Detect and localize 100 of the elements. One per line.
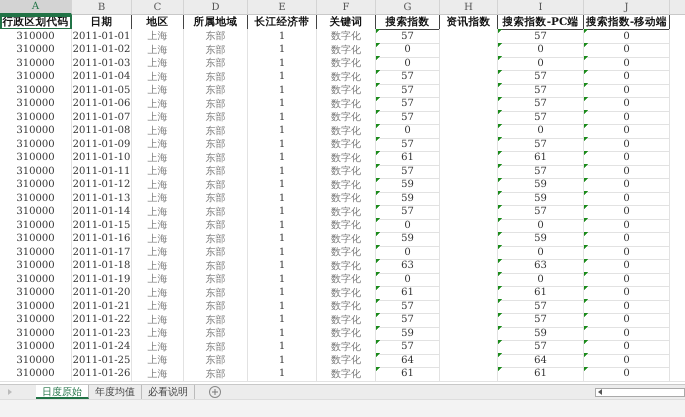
column-letter[interactable]: D <box>184 0 248 15</box>
column-letter[interactable]: H <box>440 0 498 15</box>
table-cell: 1 <box>248 299 317 314</box>
add-sheet-button[interactable] <box>209 386 221 398</box>
table-cell: 数字化 <box>317 299 376 314</box>
column-letter[interactable]: J <box>584 0 670 15</box>
table-cell: 57 <box>498 340 584 354</box>
table-cell: 59 <box>498 326 584 341</box>
table-cell: 1 <box>248 83 317 98</box>
table-cell: 310000 <box>0 137 72 152</box>
table-cell: 2011-01-17 <box>72 245 132 260</box>
table-cell: 2011-01-26 <box>72 366 132 382</box>
table-cell: 数字化 <box>317 137 376 152</box>
table-cell: 0 <box>498 218 584 233</box>
table-cell: 东部 <box>184 137 248 152</box>
horizontal-scrollbar[interactable] <box>595 388 685 396</box>
table-cell: 1 <box>248 245 317 260</box>
table-cell: 57 <box>376 164 440 179</box>
table-cell: 310000 <box>0 164 72 179</box>
table-cell: 0 <box>584 96 670 112</box>
table-cell: 61 <box>376 150 440 166</box>
table-cell: 64 <box>498 353 584 368</box>
table-cell: 0 <box>584 312 670 328</box>
table-cell: 57 <box>376 312 440 328</box>
table-cell: 数字化 <box>317 326 376 341</box>
table-cell: 上海 <box>132 326 184 341</box>
table-cell: 59 <box>498 178 584 192</box>
column-letter[interactable]: C <box>132 0 184 15</box>
table-cell: 57 <box>376 70 440 84</box>
table-cell: 57 <box>498 204 584 220</box>
table-cell: 数字化 <box>317 353 376 368</box>
table-cell: 0 <box>584 340 670 354</box>
table-cell: 数字化 <box>317 29 376 44</box>
table-cell: 东部 <box>184 56 248 71</box>
table-cell: 2011-01-03 <box>72 56 132 71</box>
table-cell: 1 <box>248 164 317 179</box>
table-cell: 0 <box>376 245 440 260</box>
table-cell: 0 <box>584 258 670 274</box>
table-cell: 东部 <box>184 164 248 179</box>
table-cell: 0 <box>584 366 670 382</box>
table-cell: 0 <box>584 137 670 152</box>
column-letter[interactable]: E <box>248 0 317 15</box>
table-cell: 59 <box>376 178 440 192</box>
table-cell: 0 <box>498 56 584 71</box>
table-cell: 0 <box>584 42 670 58</box>
table-cell: 数字化 <box>317 272 376 287</box>
table-cell: 上海 <box>132 56 184 71</box>
table-cell: 310000 <box>0 29 72 44</box>
table-cell: 57 <box>376 110 440 125</box>
table-cell: 0 <box>584 110 670 125</box>
sheet-tab[interactable]: 日度原始 <box>36 385 89 399</box>
scroll-left-icon[interactable] <box>598 389 602 395</box>
table-cell: 东部 <box>184 191 248 206</box>
table-cell: 东部 <box>184 326 248 341</box>
column-letter[interactable] <box>670 0 685 15</box>
table-cell: 数字化 <box>317 110 376 125</box>
table-cell: 63 <box>376 258 440 274</box>
table-cell: 1 <box>248 110 317 125</box>
column-letter[interactable]: F <box>317 0 376 15</box>
table-cell: 0 <box>584 178 670 192</box>
table-cell: 0 <box>584 83 670 98</box>
table-cell: 310000 <box>0 272 72 287</box>
table-cell: 57 <box>498 29 584 44</box>
table-cell: 57 <box>498 299 584 314</box>
table-cell: 东部 <box>184 353 248 368</box>
table-cell: 0 <box>584 56 670 71</box>
column-header-cell: 搜索指数 <box>376 15 440 30</box>
table-cell: 310000 <box>0 83 72 98</box>
table-cell: 东部 <box>184 83 248 98</box>
table-cell: 310000 <box>0 353 72 368</box>
column-letter[interactable]: I <box>498 0 584 15</box>
table-cell: 59 <box>376 191 440 206</box>
table-cell: 2011-01-11 <box>72 164 132 179</box>
table-cell: 61 <box>498 286 584 300</box>
table-cell: 310000 <box>0 299 72 314</box>
table-cell: 2011-01-07 <box>72 110 132 125</box>
table-cell: 0 <box>584 150 670 166</box>
table-cell: 0 <box>376 218 440 233</box>
column-letter[interactable]: B <box>72 0 132 15</box>
table-cell: 上海 <box>132 299 184 314</box>
table-cell: 0 <box>498 124 584 138</box>
table-cell: 0 <box>584 272 670 287</box>
table-cell: 59 <box>498 191 584 206</box>
table-cell: 61 <box>376 366 440 382</box>
table-cell: 0 <box>498 272 584 287</box>
table-cell: 0 <box>584 245 670 260</box>
scroll-right-icon[interactable] <box>8 389 12 395</box>
table-cell: 0 <box>498 245 584 260</box>
table-cell: 57 <box>376 83 440 98</box>
table-cell: 0 <box>584 218 670 233</box>
table-cell: 61 <box>498 366 584 382</box>
table-cell: 0 <box>584 204 670 220</box>
column-letter[interactable]: G <box>376 0 440 15</box>
table-cell: 上海 <box>132 245 184 260</box>
column-letter[interactable]: A <box>0 0 72 15</box>
column-header-cell: 搜索指数-PC端 <box>498 15 584 30</box>
table-cell: 0 <box>584 353 670 368</box>
table-cell: 上海 <box>132 191 184 206</box>
table-cell: 57 <box>498 137 584 152</box>
table-cell: 数字化 <box>317 366 376 382</box>
